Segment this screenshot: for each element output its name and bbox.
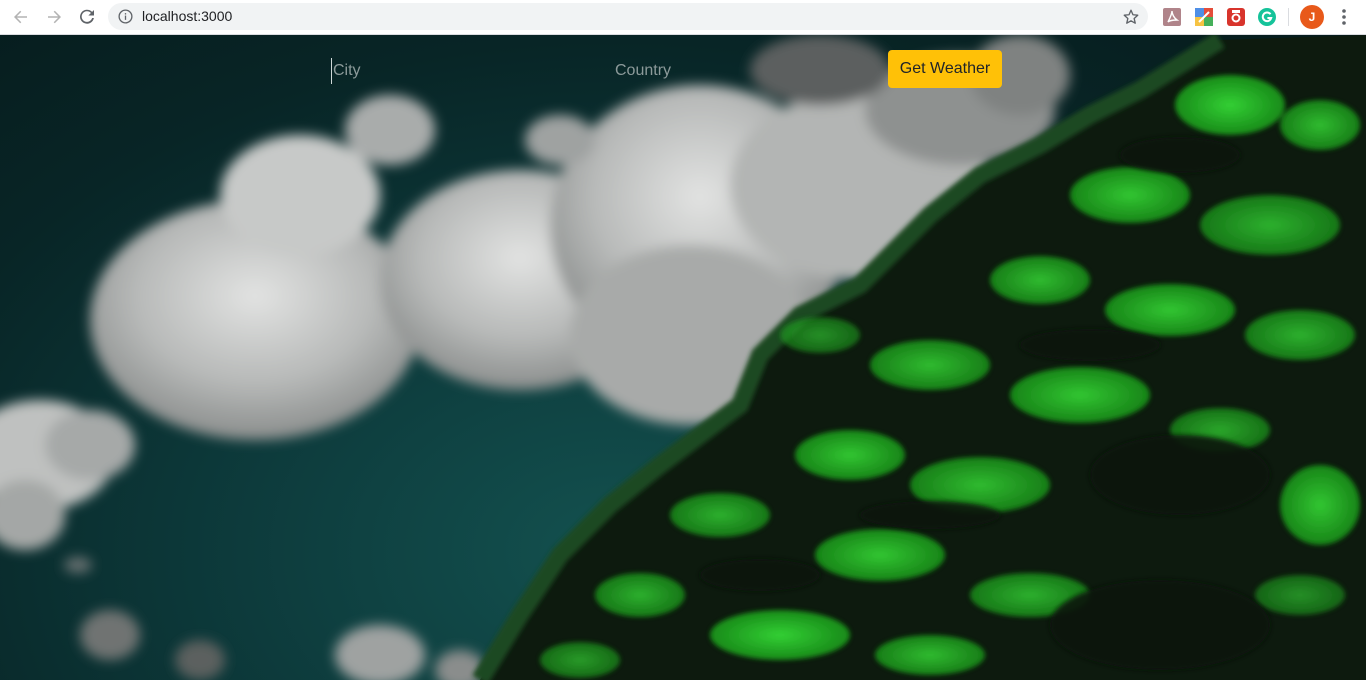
grammarly-extension-icon[interactable]: [1257, 7, 1277, 27]
browser-toolbar: localhost:3000 J: [0, 0, 1366, 35]
more-vert-icon[interactable]: [1336, 5, 1352, 29]
address-bar[interactable]: localhost:3000: [108, 3, 1148, 30]
toolbar-divider: [1288, 8, 1289, 26]
city-input[interactable]: [331, 58, 531, 84]
forward-arrow-icon[interactable]: [42, 5, 66, 29]
page-viewport: Get Weather: [0, 35, 1366, 680]
screen-capture-extension-icon[interactable]: [1226, 7, 1246, 27]
background-photo: [0, 35, 1366, 680]
profile-avatar[interactable]: J: [1300, 5, 1324, 29]
get-weather-button[interactable]: Get Weather: [888, 50, 1002, 88]
cloud-left: [0, 400, 485, 680]
star-icon[interactable]: [1122, 8, 1140, 26]
reload-icon[interactable]: [75, 5, 99, 29]
pdf-extension-icon[interactable]: [1162, 7, 1182, 27]
back-arrow-icon[interactable]: [9, 5, 33, 29]
url-text[interactable]: localhost:3000: [142, 3, 232, 30]
info-icon[interactable]: [118, 9, 133, 24]
color-picker-extension-icon[interactable]: [1194, 7, 1214, 27]
country-input[interactable]: [615, 58, 815, 84]
